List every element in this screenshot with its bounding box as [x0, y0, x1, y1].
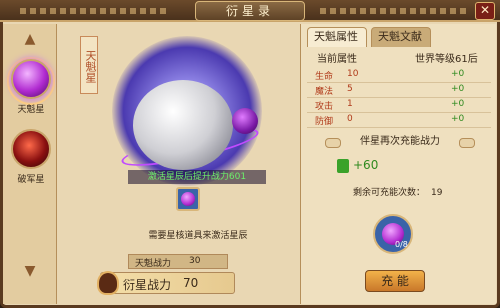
- attr-row-defense: 防御 0 +0: [307, 114, 491, 128]
- attr-bonus: +0: [451, 84, 465, 94]
- sidebar-item-pojun[interactable]: 破军星: [9, 129, 53, 185]
- attr-name: 生命: [315, 72, 334, 82]
- sidebar-item-tiankui[interactable]: 天魁星: [9, 59, 53, 115]
- remaining-charges: 剩余可充能次数： 19: [353, 185, 442, 198]
- star-sidebar: ▲ 天魁星 破军星 ▼: [3, 24, 57, 304]
- remaining-value: 19: [431, 188, 443, 198]
- attr-row-attack: 攻击 1 +0: [307, 99, 491, 113]
- total-power-label: 衍星战力: [123, 278, 172, 292]
- star-power-value: 30: [189, 256, 201, 266]
- attr-name: 攻击: [315, 102, 334, 112]
- purple-star-orb-icon: [11, 59, 51, 99]
- total-power-value: 70: [183, 276, 199, 290]
- activate-tip: 激活星辰后提升战力601: [128, 170, 266, 184]
- attr-bonus: +0: [451, 99, 465, 109]
- close-button[interactable]: ✕: [475, 2, 495, 20]
- star-power-row: 天魁战力 30: [128, 254, 228, 269]
- attr-bonus: +0: [451, 69, 465, 79]
- scroll-down-icon[interactable]: ▼: [20, 264, 40, 278]
- scroll-up-icon[interactable]: ▲: [20, 32, 40, 46]
- title-ornament-right: [320, 8, 470, 14]
- tab-literature[interactable]: 天魁文献: [371, 27, 431, 47]
- need-item-text: 需要星核道具来激活星辰: [148, 231, 248, 241]
- right-panel: 天魁属性 天魁文献 当前属性 世界等级61后 生命 10 +0 魔法 5 +0 …: [300, 24, 496, 304]
- header-current: 当前属性: [317, 54, 357, 65]
- charge-button[interactable]: 充 能: [365, 270, 425, 292]
- title-bar: 衍星录 ✕: [0, 0, 500, 22]
- recharge-power-gain: +60: [353, 158, 379, 172]
- star-name-tag: 天魁星: [80, 36, 98, 94]
- attr-row-mp: 魔法 5 +0: [307, 84, 491, 98]
- attr-row-hp: 生命 10 +0: [307, 69, 491, 83]
- attr-name: 防御: [315, 117, 334, 127]
- attr-header: 当前属性 世界等级61后: [307, 50, 491, 66]
- tab-attributes[interactable]: 天魁属性: [307, 27, 367, 47]
- attr-value: 10: [347, 69, 359, 79]
- red-star-orb-icon: [11, 129, 51, 169]
- recharge-section-title: 伴星再次充能战力: [325, 134, 475, 150]
- attr-bonus: +0: [451, 114, 465, 124]
- attr-value: 0: [347, 114, 353, 124]
- star-core-gem-icon: [181, 192, 195, 206]
- charge-count: 0/8: [395, 240, 408, 249]
- star-power-label: 天魁战力: [135, 259, 172, 269]
- companion-moon[interactable]: [232, 108, 258, 134]
- window-title: 衍星录: [195, 1, 305, 21]
- power-emblem-icon: [97, 271, 119, 295]
- planet-image[interactable]: [133, 80, 233, 170]
- attr-value: 1: [347, 99, 353, 109]
- sidebar-item-label: 破军星: [17, 175, 45, 185]
- charge-item-slot[interactable]: 0/8: [373, 214, 413, 254]
- sidebar-item-label: 天魁星: [17, 105, 45, 115]
- close-icon: ✕: [479, 3, 491, 17]
- title-ornament-left: [20, 8, 170, 14]
- attr-value: 5: [347, 84, 353, 94]
- total-power-row: 衍星战力 70: [97, 271, 235, 295]
- star-core-item-slot[interactable]: [176, 187, 200, 211]
- header-world-level: 世界等级61后: [415, 54, 478, 65]
- remaining-label: 剩余可充能次数：: [353, 188, 426, 198]
- power-up-icon: [337, 159, 349, 173]
- attr-name: 魔法: [315, 87, 334, 97]
